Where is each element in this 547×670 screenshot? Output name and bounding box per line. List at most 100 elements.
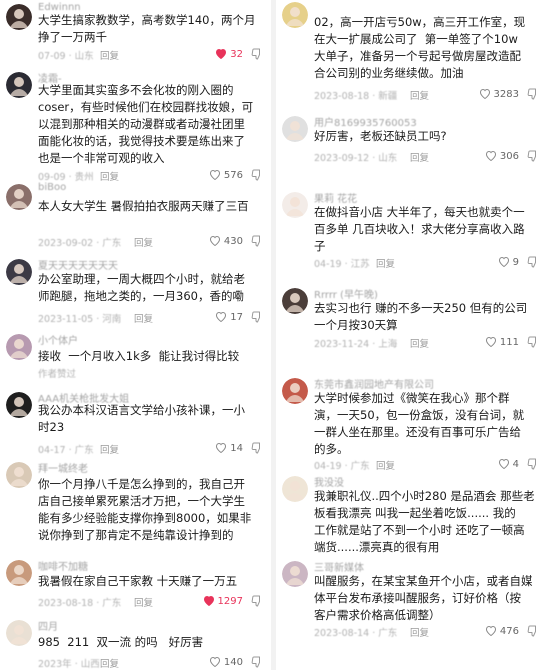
comment-text-line: 好厉害，老板还缺员工吗? bbox=[314, 129, 447, 143]
heart-icon bbox=[215, 311, 230, 323]
avatar[interactable] bbox=[282, 116, 308, 142]
like-button[interactable]: 9 bbox=[498, 256, 519, 268]
comment-text-line: 师跑腿，拖地之类的，一月360，香的嘞 bbox=[38, 289, 244, 303]
comment-text-line: 端货......漂亮真的很有用 bbox=[314, 540, 440, 554]
comment-text-line: 我暑假在家自己干家教 十天赚了一万五 bbox=[38, 574, 238, 588]
thumbs-down-icon[interactable] bbox=[251, 442, 263, 454]
comment-text-line: 办公室助理，一周大概四个小时，就给老 bbox=[38, 272, 245, 286]
comment-text-line: 大学时候参加过《微笑在我心》那个群 bbox=[314, 391, 510, 405]
thumbs-down-icon[interactable] bbox=[251, 311, 263, 323]
commenter-name[interactable]: 咖啡不加糖 bbox=[38, 558, 88, 573]
commenter-name[interactable]: Rrrrr (早午晚) bbox=[314, 286, 378, 301]
reply-button[interactable]: 回复 bbox=[410, 88, 429, 102]
commenter-name[interactable]: 夏天天天天天天天 bbox=[38, 257, 118, 272]
reply-button[interactable]: 回复 bbox=[134, 595, 153, 609]
comment-meta: 作者赞过 bbox=[38, 366, 265, 380]
thumbs-down-icon[interactable] bbox=[251, 48, 263, 60]
comment-text-line: 板看我漂亮 叫我一起坐着吃饭...... 我的 bbox=[314, 506, 516, 520]
comment-text-line: 本人女大学生 暑假拍拍衣服两天赚了三百 bbox=[38, 199, 249, 213]
avatar[interactable] bbox=[6, 620, 32, 646]
reply-button[interactable]: 回复 bbox=[100, 48, 119, 62]
like-button[interactable]: 140 bbox=[209, 656, 243, 668]
reply-button[interactable]: 回复 bbox=[134, 235, 153, 249]
reply-button[interactable]: 回复 bbox=[376, 458, 395, 472]
like-button[interactable]: 14 bbox=[215, 442, 243, 454]
comment-text-line: 接收 一个月收入1k多 能让我讨得比较 bbox=[38, 349, 240, 363]
like-button[interactable]: 476 bbox=[485, 625, 519, 637]
like-button[interactable]: 17 bbox=[215, 311, 243, 323]
comment-date-location: 2023-11-05 · 河南 bbox=[38, 314, 122, 325]
like-count: 17 bbox=[230, 312, 243, 323]
comment-text-line: 说你挣到了那肯定不是纯靠设计挣到的 bbox=[38, 528, 234, 542]
commenter-name[interactable]: 东莞市鑫润园地产有限公司 bbox=[314, 376, 434, 391]
avatar[interactable] bbox=[6, 184, 32, 210]
like-count: 3283 bbox=[493, 89, 519, 100]
comment-text-line: 子 bbox=[314, 239, 326, 253]
avatar[interactable] bbox=[6, 462, 32, 488]
thumbs-down-icon[interactable] bbox=[251, 595, 263, 607]
comment-text-line: 大学生搞家教数学，高考数学140，两个月 bbox=[38, 13, 256, 27]
thumbs-down-icon[interactable] bbox=[527, 150, 539, 162]
heart-icon bbox=[215, 442, 230, 454]
thumbs-down-icon[interactable] bbox=[251, 235, 263, 247]
reply-button[interactable]: 回复 bbox=[410, 150, 429, 164]
avatar[interactable] bbox=[282, 378, 308, 404]
comment-text-line: 的多。 bbox=[314, 442, 349, 456]
avatar[interactable] bbox=[282, 476, 308, 502]
thumbs-down-icon[interactable] bbox=[527, 88, 539, 100]
like-button[interactable]: 306 bbox=[485, 150, 519, 162]
reply-button[interactable]: 回复 bbox=[410, 625, 429, 639]
comment-text-line: 能有多少经验能支撑你挣到8000，如果非 bbox=[38, 511, 252, 525]
commenter-name[interactable]: 拜一城终老 bbox=[38, 460, 88, 475]
avatar[interactable] bbox=[6, 4, 32, 30]
avatar[interactable] bbox=[6, 334, 32, 360]
avatar[interactable] bbox=[6, 560, 32, 586]
thumbs-down-icon[interactable] bbox=[527, 256, 539, 268]
avatar[interactable] bbox=[6, 392, 32, 418]
left-comment-column: Edwinnn 大学生搞家教数学，高考数学140，两个月 挣了一万两千 07-09 ·… bbox=[0, 0, 271, 670]
comment-date-location: 04-19 · 江苏 bbox=[314, 259, 370, 270]
comment-date-location: 2023-08-18 · 广东 bbox=[38, 598, 122, 609]
like-button[interactable]: 576 bbox=[209, 169, 243, 181]
comment-text-line: 大学里面其实蛮多不会化妆的刚入圈的 bbox=[38, 83, 234, 97]
like-count: 9 bbox=[512, 257, 519, 268]
thumbs-down-icon[interactable] bbox=[527, 625, 539, 637]
commenter-name[interactable]: 用户8169935760053 bbox=[314, 114, 417, 129]
like-button[interactable]: 111 bbox=[485, 336, 519, 348]
reply-button[interactable]: 回复 bbox=[100, 442, 119, 456]
commenter-name[interactable]: 果莉 花花 bbox=[314, 190, 357, 205]
thumbs-down-icon[interactable] bbox=[527, 336, 539, 348]
thumbs-down-icon[interactable] bbox=[251, 169, 263, 181]
reply-button[interactable]: 回复 bbox=[100, 656, 119, 670]
reply-button[interactable]: 回复 bbox=[100, 169, 119, 183]
comment-date-location: 作者赞过 bbox=[38, 369, 77, 380]
commenter-name[interactable]: 四月 bbox=[38, 618, 58, 633]
commenter-name[interactable]: 小个体户 bbox=[38, 332, 78, 347]
commenter-name[interactable]: 三哥新媒体 bbox=[314, 559, 364, 574]
like-button[interactable]: 32 bbox=[215, 48, 243, 60]
like-count: 140 bbox=[223, 657, 243, 668]
comment-date-location: 09-09 · 贵州 bbox=[38, 172, 94, 183]
avatar[interactable] bbox=[282, 2, 308, 28]
like-count: 306 bbox=[499, 151, 519, 162]
like-button[interactable]: 430 bbox=[209, 235, 243, 247]
thumbs-down-icon[interactable] bbox=[527, 458, 539, 470]
reply-button[interactable]: 回复 bbox=[376, 256, 395, 270]
heart-icon bbox=[485, 150, 500, 162]
like-button[interactable]: 1297 bbox=[203, 595, 243, 607]
heart-icon bbox=[203, 595, 218, 607]
reply-button[interactable]: 回复 bbox=[134, 311, 153, 325]
avatar[interactable] bbox=[282, 288, 308, 314]
avatar[interactable] bbox=[282, 192, 308, 218]
like-button[interactable]: 4 bbox=[498, 458, 519, 470]
comment-text-line: 体平台发布承接叫醒服务，订好价格（按 bbox=[314, 591, 521, 605]
thumbs-down-icon[interactable] bbox=[251, 656, 263, 668]
commenter-name[interactable]: biBoo bbox=[38, 182, 66, 193]
avatar[interactable] bbox=[282, 561, 308, 587]
like-button[interactable]: 3283 bbox=[479, 88, 519, 100]
avatar[interactable] bbox=[6, 72, 32, 98]
reply-button[interactable]: 回复 bbox=[410, 336, 429, 350]
comment-text-line: 在做抖音小店 大半年了，每天也就卖个一 bbox=[314, 205, 525, 219]
commenter-name[interactable]: 我没没 bbox=[314, 474, 344, 489]
avatar[interactable] bbox=[6, 259, 32, 285]
